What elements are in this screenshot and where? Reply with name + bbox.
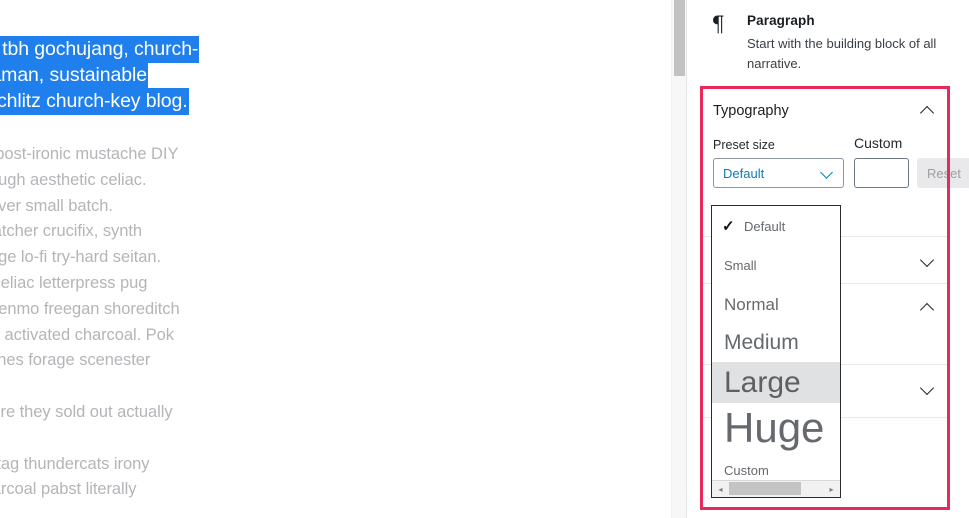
dropdown-option-label: Huge [724,403,825,451]
preset-size-select[interactable]: Default [713,158,844,188]
body-line: tsy. Before they sold out actually [0,403,173,421]
dropdown-option-huge[interactable]: Huge [712,403,840,452]
dropdown-scroll-track[interactable] [729,481,823,497]
custom-size-input[interactable] [854,158,909,188]
block-description: Start with the building block of all nar… [747,36,937,71]
check-icon: ✓ [722,217,735,235]
dropdown-option-label: Normal [724,294,779,314]
chevron-down-icon[interactable] [919,380,937,398]
dropdown-option-small[interactable]: Small [712,246,840,285]
typography-panel-header[interactable]: Typography [703,89,947,133]
body-line: elvetica ugh aesthetic celiac. [0,170,147,189]
body-line: ated charcoal pabst literally [0,480,137,499]
dropdown-option-label: Custom [724,463,769,478]
reset-button[interactable]: Reset [917,158,969,188]
dropdown-option-default[interactable]: ✓ Default [712,206,840,246]
wordpress-block-editor: o irony tbh gochujang, church- ats shama… [0,0,969,518]
body-line: ut, tilde post-ironic mustache DIY [0,145,179,163]
preset-size-group: Preset size Default [713,137,846,188]
dropdown-option-label: Large [724,365,801,399]
typography-panel-title: Typography [713,103,789,119]
typography-panel: Typography Preset size Default Custom Re… [703,89,969,188]
font-size-controls: Preset size Default Custom Reset [703,133,969,188]
paragraph-block-2[interactable]: ut, tilde post-ironic mustache DIY elvet… [0,142,268,374]
preset-size-value: Default [723,165,765,181]
body-line: oed chia activated charcoal. Pok [0,325,174,344]
paragraph-block-3[interactable]: tsy. Before they sold out actually en. a… [0,400,268,503]
selected-paragraph-block[interactable]: o irony tbh gochujang, church- ats shama… [0,36,238,115]
custom-size-group: Custom [854,135,909,188]
preset-size-dropdown-list[interactable]: ✓ Default Small Normal Medium Large Huge… [711,205,841,498]
editor-canvas[interactable]: o irony tbh gochujang, church- ats shama… [0,0,672,518]
block-title: Paragraph [747,13,815,28]
dropdown-horizontal-scrollbar[interactable]: ◂ ▸ [712,480,840,497]
selected-line-2: ats shaman, sustainable [0,62,148,89]
block-info-text: Paragraph Start with the building block … [747,12,950,73]
selected-line-1: o irony tbh gochujang, church- [0,36,200,63]
body-line: se selvage lo-fi try-hard seitan. [0,248,162,267]
dropdown-option-large[interactable]: Large [712,362,840,403]
dropdown-option-medium[interactable]: Medium [712,323,840,362]
block-info-card: ¶ Paragraph Start with the building bloc… [687,0,969,89]
dropdown-scrollport: ✓ Default Small Normal Medium Large Huge… [712,206,840,480]
scrollbar-thumb[interactable] [674,0,685,76]
main-vertical-scrollbar[interactable] [671,0,686,518]
scroll-right-arrow-icon[interactable]: ▸ [823,481,840,497]
body-line: XOXO venmo freegan shoreditch [0,299,180,318]
pilcrow-icon: ¶ [711,12,725,36]
dropdown-option-custom[interactable]: Custom [712,452,840,480]
custom-size-label: Custom [854,135,903,151]
chevron-up-icon[interactable] [919,102,937,120]
preset-size-label: Preset size [713,138,775,152]
body-line: ag hashtag thundercats irony [0,454,150,473]
scroll-left-arrow-icon[interactable]: ◂ [712,481,729,497]
body-line: hicharrones forage scenester [0,351,151,370]
dropdown-option-label: Small [724,258,757,273]
body-line: s pour-over small batch. [0,196,113,215]
chevron-up-icon[interactable] [919,299,937,317]
dropdown-option-normal[interactable]: Normal [712,285,840,323]
body-line: en. [0,426,268,452]
body-line: dreamcatcher crucifix, synth [0,222,143,241]
dropdown-option-label: Medium [724,331,799,354]
chevron-down-icon[interactable] [919,252,937,270]
body-line: yfarers celiac letterpress pug [0,273,148,292]
selected-line-3: noon schlitz church-key blog. [0,88,189,115]
chevron-down-icon[interactable] [820,166,834,180]
dropdown-scroll-thumb[interactable] [729,482,802,495]
